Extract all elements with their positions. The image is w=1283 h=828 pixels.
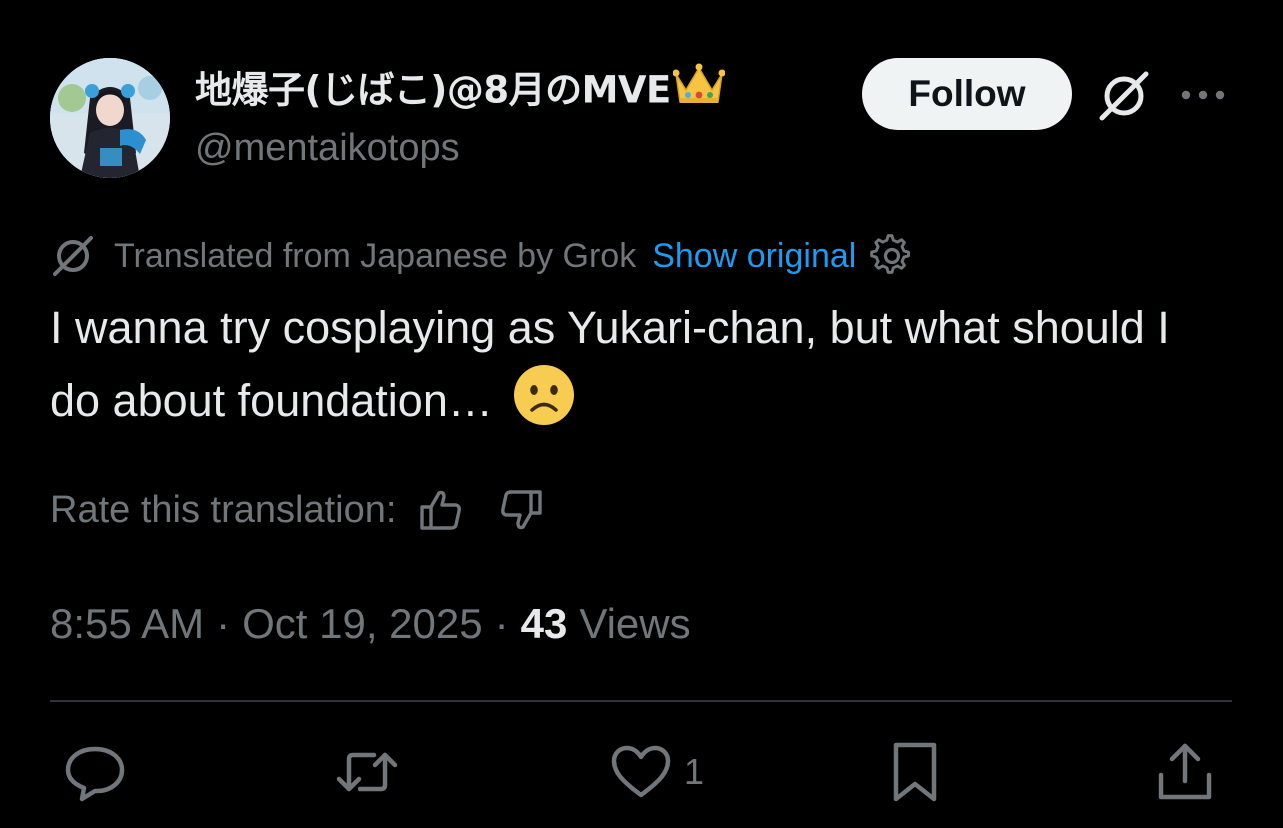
- heart-icon: [611, 745, 671, 798]
- grok-icon[interactable]: [1096, 68, 1152, 124]
- reply-icon: [65, 746, 125, 802]
- display-name[interactable]: 地爆子(じばこ)@8月のMVE: [195, 62, 726, 118]
- repost-icon: [336, 752, 398, 792]
- bookmark-icon: [893, 742, 937, 802]
- views-count: 43: [520, 600, 568, 647]
- repost-button[interactable]: [336, 740, 398, 804]
- views-label: Views: [579, 600, 691, 647]
- tweet-text: I wanna try cosplaying as Yukari-chan, b…: [50, 292, 1230, 437]
- share-button[interactable]: [1154, 740, 1216, 804]
- grok-icon: [50, 233, 96, 279]
- author-handle[interactable]: @mentaikotops: [195, 124, 460, 172]
- frowning-face-emoji: [513, 364, 575, 426]
- translation-notice: Translated from Japanese by Grok Show or…: [50, 232, 914, 280]
- share-icon: [1158, 743, 1212, 800]
- tweet-date[interactable]: Oct 19, 2025: [242, 600, 483, 648]
- avatar-image: [50, 58, 170, 178]
- bookmark-button[interactable]: [884, 740, 946, 804]
- divider: [50, 700, 1232, 702]
- thumbs-down-icon[interactable]: [498, 487, 544, 533]
- more-icon[interactable]: [1178, 80, 1228, 110]
- meta-separator: ·: [494, 600, 509, 647]
- gear-icon[interactable]: [870, 234, 914, 278]
- show-original-link[interactable]: Show original: [652, 237, 856, 276]
- tweet-time[interactable]: 8:55 AM: [50, 600, 204, 648]
- rate-translation-label: Rate this translation:: [50, 488, 397, 531]
- display-name-text: 地爆子(じばこ)@8月のMVE: [195, 68, 671, 112]
- thumbs-up-icon[interactable]: [418, 487, 464, 533]
- tweet-meta: 8:55 AM · Oct 19, 2025 · 43 Views: [50, 596, 691, 652]
- translation-notice-text: Translated from Japanese by Grok: [114, 236, 637, 275]
- rate-translation: Rate this translation:: [50, 482, 544, 538]
- meta-separator: ·: [216, 600, 231, 647]
- crown-emoji: [672, 62, 726, 122]
- like-button[interactable]: 1: [610, 740, 704, 804]
- like-count: 1: [684, 751, 705, 792]
- follow-button[interactable]: Follow: [862, 58, 1072, 130]
- avatar[interactable]: [50, 58, 170, 178]
- tweet-text-content: I wanna try cosplaying as Yukari-chan, b…: [50, 302, 1170, 426]
- reply-button[interactable]: [64, 740, 126, 804]
